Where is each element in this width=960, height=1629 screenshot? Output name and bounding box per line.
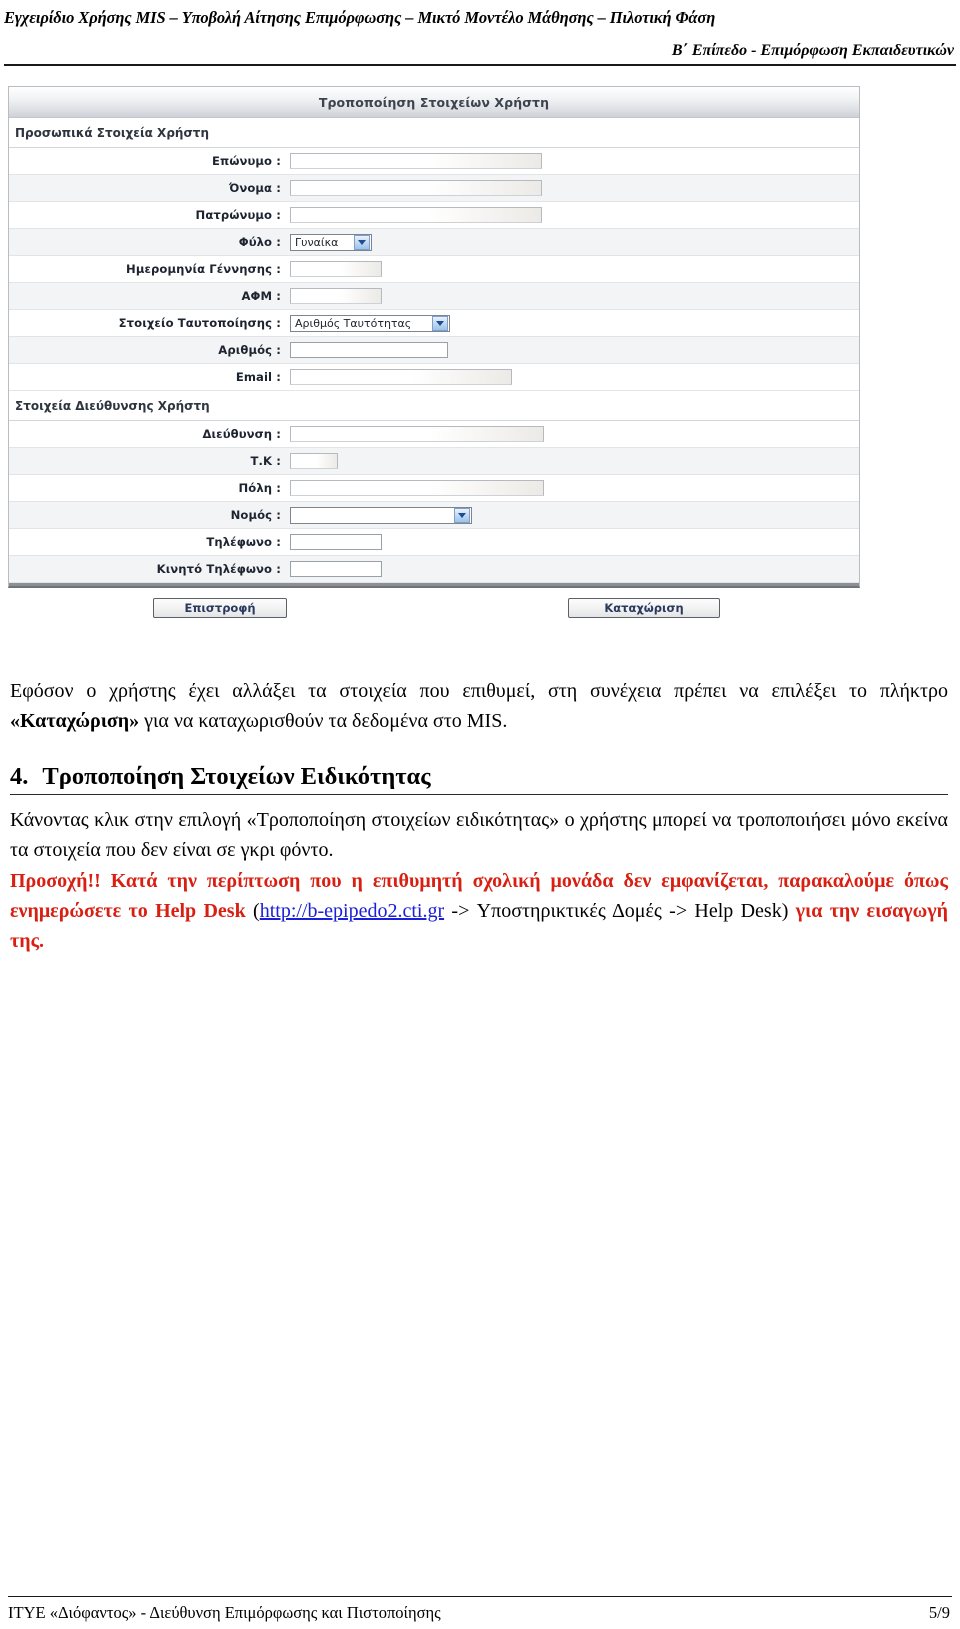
form-bottom-edge	[9, 583, 859, 586]
footer-page-number: 5/9	[928, 1603, 950, 1622]
input-firstname[interactable]	[290, 180, 542, 196]
help-desk-link[interactable]: http://b-epipedo2.cti.gr	[260, 900, 444, 922]
input-lastname[interactable]	[290, 153, 542, 169]
header-divider	[4, 64, 956, 66]
app-window-frame: Τροποποίηση Στοιχείων Χρήστη Προσωπικά Σ…	[8, 86, 860, 588]
label-mobile: Κινητό Τηλέφωνο :	[156, 562, 281, 576]
select-prefecture[interactable]	[290, 506, 472, 524]
form-row-ident-number: Αριθμός :	[9, 337, 859, 364]
section-heading-text: Τροποποίηση Στοιχείων Ειδικότητας	[42, 762, 431, 790]
section-heading-4: 4. Τροποποίηση Στοιχείων Ειδικότητας	[10, 763, 948, 791]
input-afm[interactable]	[290, 288, 382, 304]
label-prefecture: Νομός :	[230, 508, 281, 522]
section-heading-number: 4.	[10, 762, 29, 790]
label-ident-number: Αριθμός :	[218, 343, 281, 357]
input-ident-number[interactable]	[290, 342, 448, 358]
label-city: Πόλη :	[238, 481, 281, 495]
form-row-city: Πόλη :	[9, 475, 859, 502]
label-fathername: Πατρώνυμο :	[195, 208, 281, 222]
paragraph-warning: Προσοχή!! Κατά την περίπτωση που η επιθυ…	[10, 866, 948, 957]
warning-paren-open: (	[253, 899, 260, 922]
header-manual-title: Εγχειρίδιο Χρήσης MIS – Υποβολή Αίτησης …	[4, 8, 716, 27]
label-phone: Τηλέφωνο :	[206, 535, 281, 549]
form-row-firstname: Όνομα :	[9, 175, 859, 202]
input-phone[interactable]	[290, 534, 382, 550]
form-row-postcode: Τ.Κ :	[9, 448, 859, 475]
form-row-mobile: Κινητό Τηλέφωνο :	[9, 556, 859, 583]
app-window-title: Τροποποίηση Στοιχείων Χρήστη	[318, 94, 550, 110]
form-row-birthdate: Ημερομηνία Γέννησης :	[9, 256, 859, 283]
chevron-down-icon[interactable]	[454, 507, 470, 523]
paragraph-submit-instruction: Εφόσον ο χρήστης έχει αλλάξει τα στοιχεί…	[10, 676, 948, 737]
select-ident-type-value: Αριθμός Ταυτότητας	[295, 316, 412, 330]
label-lastname: Επώνυμο :	[212, 154, 281, 168]
form-row-ident-type: Στοιχείο Ταυτοποίησης : Αριθμός Ταυτότητ…	[9, 310, 859, 337]
section-header-address: Στοιχεία Διεύθυνσης Χρήστη	[9, 391, 859, 421]
select-gender[interactable]: Γυναίκα	[290, 233, 372, 251]
label-firstname: Όνομα :	[228, 181, 281, 195]
form-row-address: Διεύθυνση :	[9, 421, 859, 448]
embedded-app-screenshot: Τροποποίηση Στοιχείων Χρήστη Προσωπικά Σ…	[8, 86, 860, 632]
label-postcode: Τ.Κ :	[250, 454, 281, 468]
paragraph-1-part-b: για να καταχωρισθούν τα δεδομένα στο MIS…	[139, 710, 508, 733]
input-postcode[interactable]	[290, 453, 338, 469]
form-row-phone: Τηλέφωνο :	[9, 529, 859, 556]
input-birthdate[interactable]	[290, 261, 382, 277]
header-programme-title: Β΄ Επίπεδο - Επιμόρφωση Εκπαιδευτικών	[671, 42, 954, 59]
section-header-personal: Προσωπικά Στοιχεία Χρήστη	[9, 118, 859, 148]
warning-path-text: -> Υποστηρικτικές Δομές -> Help Desk)	[444, 899, 796, 922]
chevron-down-icon[interactable]	[354, 234, 370, 250]
input-address[interactable]	[290, 426, 544, 442]
back-button[interactable]: Επιστροφή	[153, 598, 287, 618]
label-afm: ΑΦΜ :	[241, 289, 281, 303]
label-email: Email :	[235, 370, 281, 384]
select-gender-value: Γυναίκα	[295, 235, 339, 249]
input-city[interactable]	[290, 480, 544, 496]
select-ident-type[interactable]: Αριθμός Ταυτότητας	[290, 314, 450, 332]
document-body: Εφόσον ο χρήστης έχει αλλάξει τα στοιχεί…	[10, 676, 948, 957]
label-ident-type: Στοιχείο Ταυτοποίησης :	[118, 316, 281, 330]
form-row-afm: ΑΦΜ :	[9, 283, 859, 310]
form-row-lastname: Επώνυμο :	[9, 148, 859, 175]
form-action-buttons: Επιστροφή Καταχώριση	[8, 598, 860, 632]
paragraph-1-part-a: Εφόσον ο χρήστης έχει αλλάξει τα στοιχεί…	[10, 680, 948, 702]
label-birthdate: Ημερομηνία Γέννησης :	[126, 262, 281, 276]
app-titlebar: Τροποποίηση Στοιχείων Χρήστη	[9, 87, 859, 118]
form-row-fathername: Πατρώνυμο :	[9, 202, 859, 229]
document-header: Εγχειρίδιο Χρήσης MIS – Υποβολή Αίτησης …	[0, 0, 960, 66]
label-gender: Φύλο :	[238, 235, 281, 249]
submit-button[interactable]: Καταχώριση	[568, 598, 720, 618]
paragraph-specialty-edit: Κάνοντας κλικ στην επιλογή «Τροποποίηση …	[10, 808, 948, 862]
form-row-email: Email :	[9, 364, 859, 391]
paragraph-1-bold-term: «Καταχώριση»	[10, 710, 140, 733]
section-label-address: Στοιχεία Διεύθυνσης Χρήστη	[15, 399, 210, 413]
footer-divider	[8, 1596, 952, 1597]
input-fathername[interactable]	[290, 207, 542, 223]
form-row-gender: Φύλο : Γυναίκα	[9, 229, 859, 256]
section-heading-divider	[10, 793, 948, 795]
input-email[interactable]	[290, 369, 512, 385]
footer-organisation: ΙΤΥΕ «Διόφαντος» - Διεύθυνση Επιμόρφωσης…	[8, 1603, 441, 1622]
section-label-personal: Προσωπικά Στοιχεία Χρήστη	[15, 126, 209, 140]
input-mobile[interactable]	[290, 561, 382, 577]
document-footer: ΙΤΥΕ «Διόφαντος» - Διεύθυνση Επιμόρφωσης…	[0, 1596, 960, 1623]
chevron-down-icon[interactable]	[432, 315, 448, 331]
form-row-prefecture: Νομός :	[9, 502, 859, 529]
label-address: Διεύθυνση :	[202, 427, 281, 441]
